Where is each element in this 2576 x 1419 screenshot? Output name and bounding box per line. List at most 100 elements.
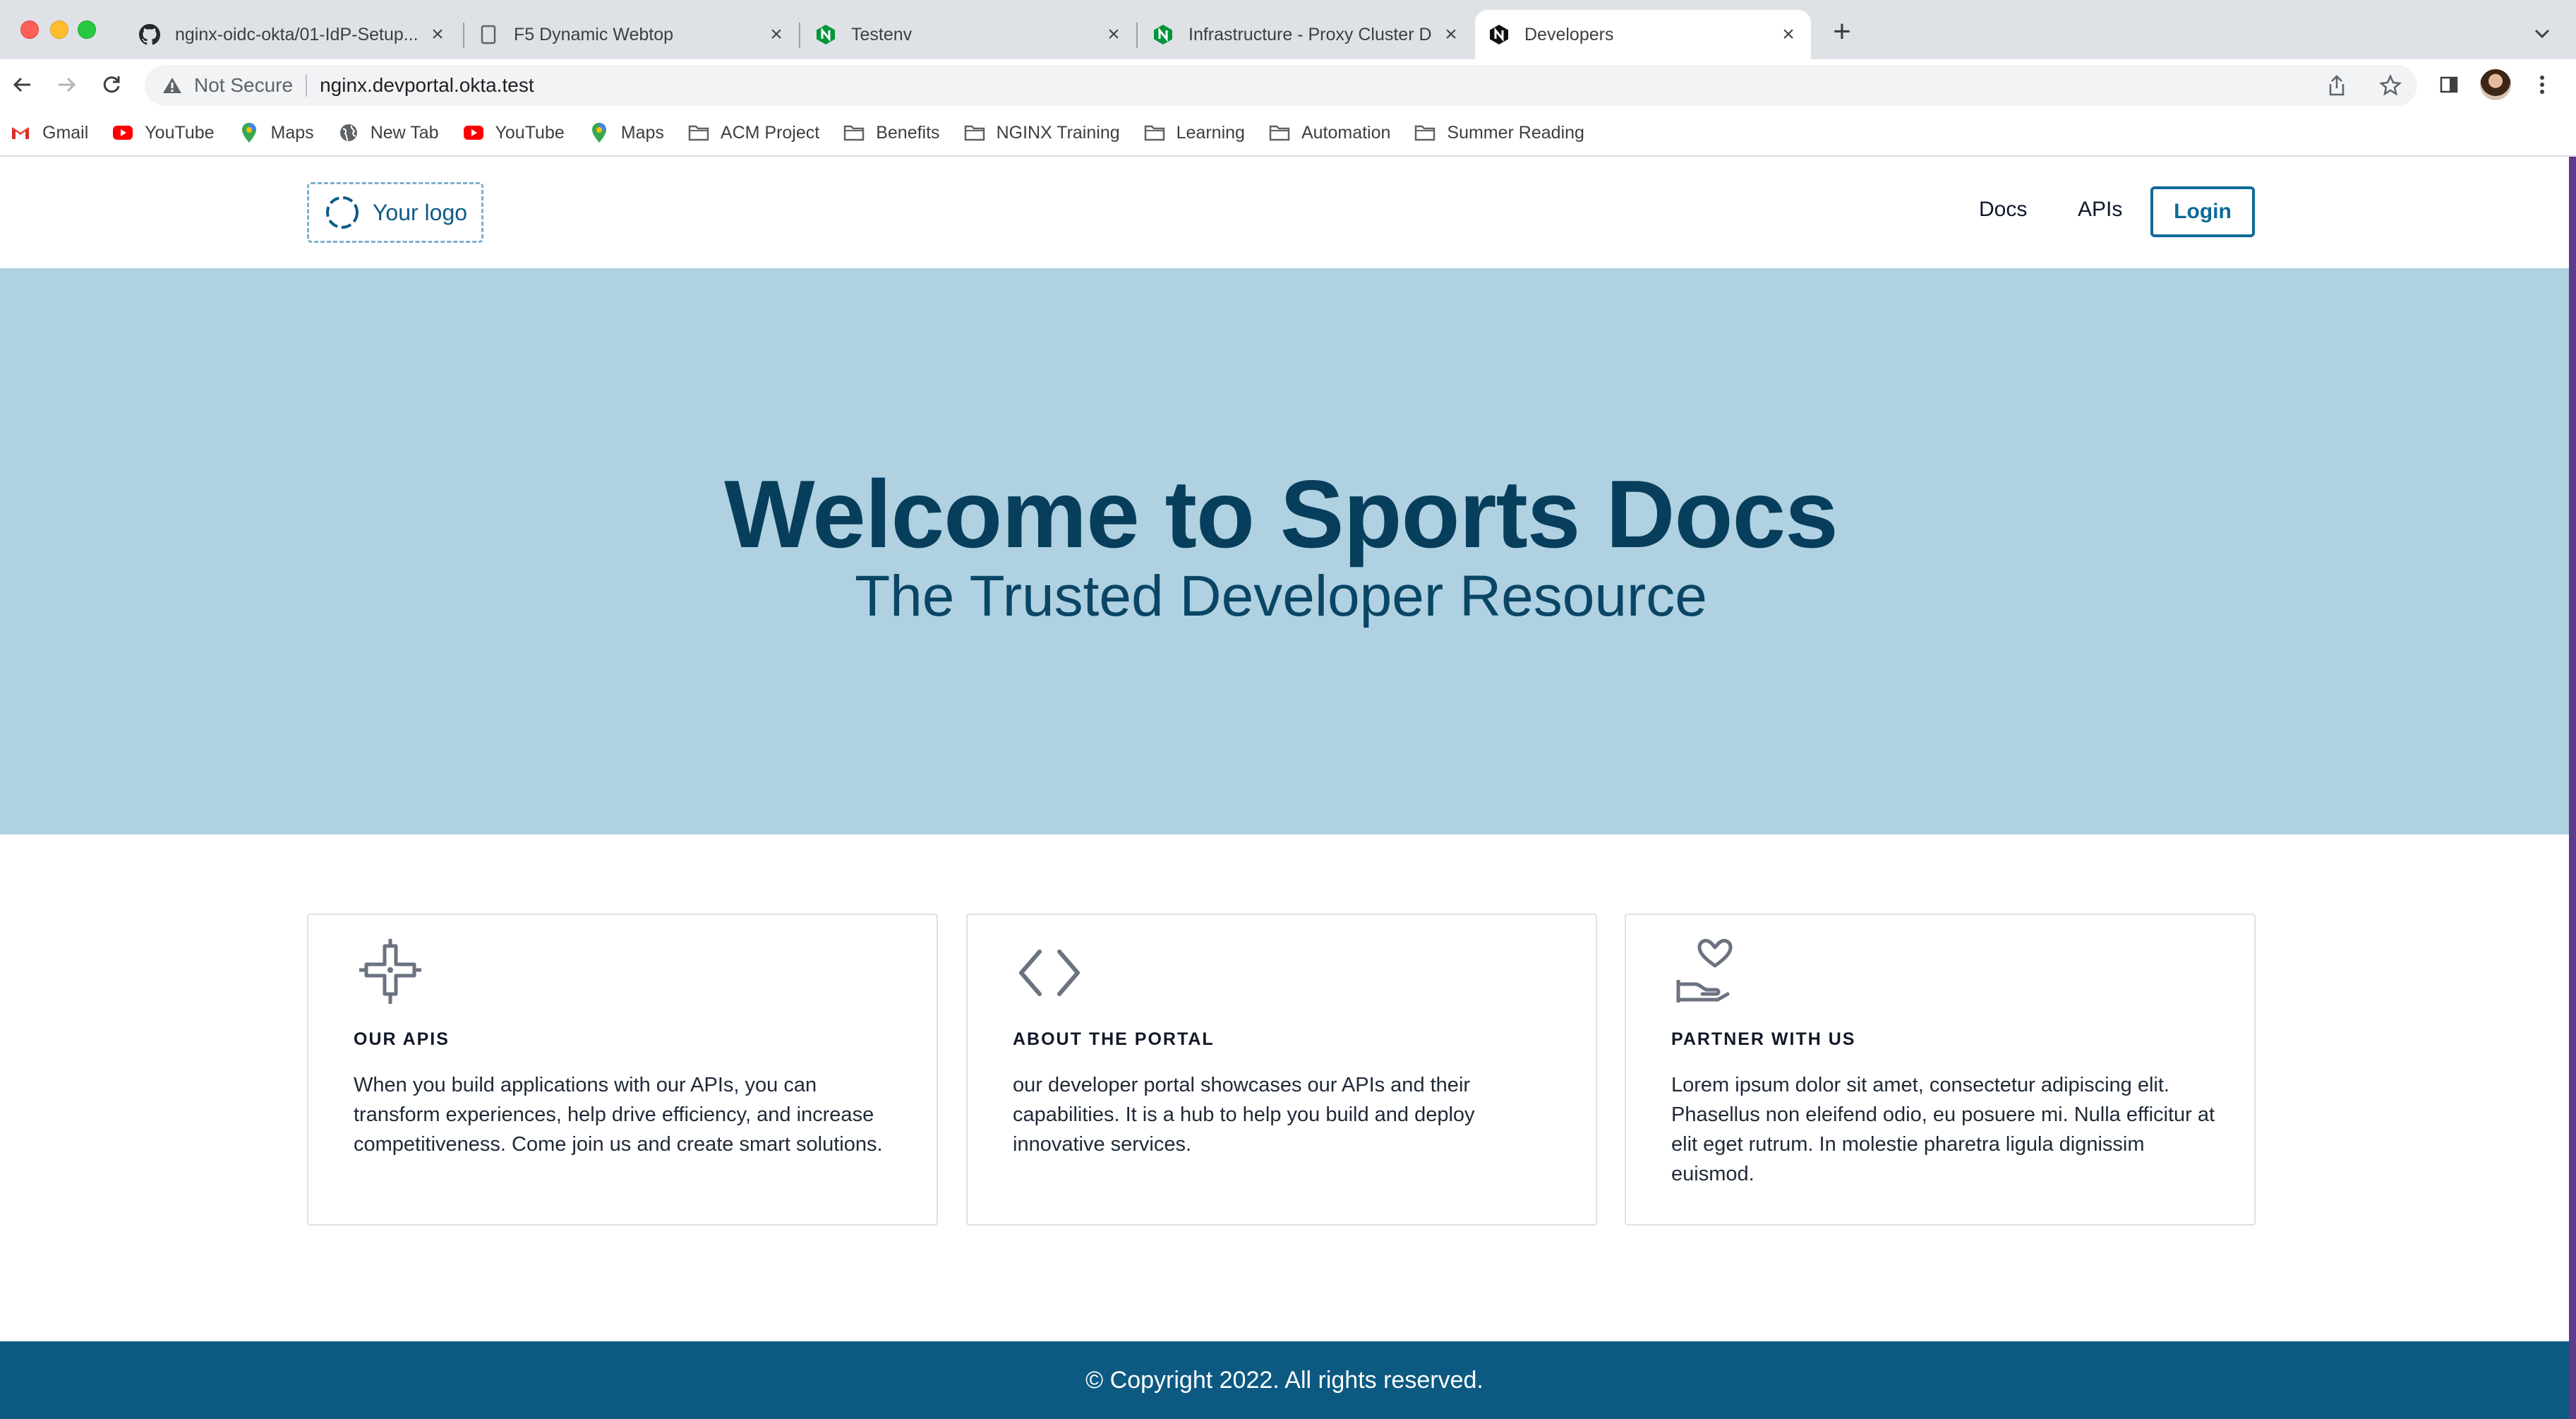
tab-separator (1136, 23, 1138, 48)
card-title: OUR APIS (354, 1029, 450, 1049)
tab-title: Developers (1524, 24, 1614, 44)
tab-title: F5 Dynamic Webtop (514, 24, 674, 44)
bookmark-star-icon[interactable] (2378, 73, 2403, 98)
site-footer: © Copyright 2022. All rights reserved. (0, 1341, 2569, 1419)
bookmark-label: New Tab (370, 122, 439, 143)
tab-infrastructure[interactable]: Infrastructure - Proxy Cluster D × (1152, 10, 1462, 59)
bookmark-folder-nginx-training[interactable]: NGINX Training (964, 122, 1120, 143)
card-about-portal: ABOUT THE PORTAL our developer portal sh… (966, 914, 1597, 1226)
folder-icon (688, 122, 709, 143)
bookmark-youtube[interactable]: YouTube (112, 122, 215, 143)
github-icon (138, 23, 161, 46)
kebab-menu-icon[interactable] (2527, 69, 2558, 100)
copyright-text: © Copyright 2022. All rights reserved. (1085, 1366, 1483, 1394)
bookmark-label: Automation (1301, 122, 1391, 143)
tab-developers[interactable]: Developers × (1475, 10, 1811, 59)
hero-banner: Welcome to Sports Docs The Trusted Devel… (0, 268, 2569, 834)
bookmark-label: Benefits (876, 122, 940, 143)
chevron-down-icon[interactable] (2529, 21, 2555, 47)
tab-title: Infrastructure - Proxy Cluster D (1188, 24, 1432, 44)
profile-avatar[interactable] (2480, 69, 2511, 100)
tab-github[interactable]: nginx-oidc-okta/01-IdP-Setup... × (138, 10, 449, 59)
tab-strip: nginx-oidc-okta/01-IdP-Setup... × F5 Dyn… (0, 0, 2576, 59)
tab-separator (799, 23, 800, 48)
login-button[interactable]: Login (2150, 186, 2255, 237)
bookmark-label: ACM Project (720, 122, 820, 143)
close-window-button[interactable] (20, 20, 39, 39)
card-title: PARTNER WITH US (1671, 1029, 1856, 1049)
card-body: our developer portal showcases our APIs … (1013, 1074, 1475, 1156)
nginx-icon (1152, 23, 1174, 46)
bookmark-label: Gmail (42, 122, 89, 143)
tab-f5-webtop[interactable]: F5 Dynamic Webtop × (477, 10, 788, 59)
youtube-icon (463, 122, 484, 143)
code-brackets-icon (1019, 950, 1080, 996)
bookmark-new-tab[interactable]: New Tab (338, 122, 439, 143)
forward-arrow-icon[interactable] (51, 69, 82, 100)
card-body: Lorem ipsum dolor sit amet, consectetur … (1671, 1074, 2215, 1185)
bookmark-label: Maps (620, 122, 664, 143)
card-title: ABOUT THE PORTAL (1013, 1029, 1215, 1049)
bookmark-label: YouTube (145, 122, 215, 143)
nav-docs-link[interactable]: Docs (1979, 198, 2027, 222)
bookmark-label: Learning (1176, 122, 1245, 143)
site-logo[interactable]: Your logo (307, 182, 483, 243)
bookmark-label: NGINX Training (996, 122, 1120, 143)
tab-close-icon[interactable]: × (426, 23, 449, 46)
globe-icon (338, 122, 359, 143)
folder-icon (1269, 122, 1290, 143)
tab-close-icon[interactable]: × (765, 23, 788, 46)
maps-icon (589, 122, 610, 143)
hero-title: Welcome to Sports Docs (724, 460, 1838, 568)
bookmark-folder-summer-reading[interactable]: Summer Reading (1414, 122, 1584, 143)
page-viewport: Your logo Docs APIs Login Welcome to Spo… (0, 157, 2569, 1419)
folder-icon (843, 122, 865, 143)
gmail-icon (10, 122, 31, 143)
tab-close-icon[interactable]: × (1777, 23, 1800, 46)
hand-heart-icon (1676, 938, 1733, 1002)
minimize-window-button[interactable] (50, 20, 68, 39)
logo-circle-icon (326, 196, 359, 229)
window-edge (2569, 157, 2576, 1419)
puzzle-cross-icon (359, 939, 421, 1004)
bookmark-maps[interactable]: Maps (239, 122, 314, 143)
logo-text: Your logo (373, 199, 468, 225)
nginx-dark-icon (1488, 23, 1510, 46)
folder-icon (1414, 122, 1436, 143)
tab-close-icon[interactable]: × (1102, 23, 1125, 46)
tab-separator (463, 23, 464, 48)
url-text[interactable]: nginx.devportal.okta.test (320, 74, 534, 97)
tab-close-icon[interactable]: × (1440, 23, 1462, 46)
bookmark-maps[interactable]: Maps (589, 122, 664, 143)
card-body: When you build applications with our API… (354, 1074, 883, 1156)
site-header: Your logo Docs APIs Login (0, 157, 2569, 268)
youtube-icon (112, 122, 133, 143)
divider (306, 74, 308, 97)
address-bar[interactable]: Not Secure nginx.devportal.okta.test (145, 65, 2417, 106)
new-tab-button[interactable]: + (1828, 16, 1856, 47)
folder-icon (1144, 122, 1165, 143)
bookmark-folder-automation[interactable]: Automation (1269, 122, 1390, 143)
tab-title: nginx-oidc-okta/01-IdP-Setup... (175, 24, 419, 44)
browser-toolbar: Not Secure nginx.devportal.okta.test (0, 59, 2576, 110)
share-icon[interactable] (2324, 73, 2349, 98)
side-panel-icon[interactable] (2433, 69, 2464, 100)
nav-apis-link[interactable]: APIs (2078, 198, 2122, 222)
hero-subtitle: The Trusted Developer Resource (855, 564, 1707, 628)
back-arrow-icon[interactable] (7, 69, 38, 100)
bookmarks-bar: Gmail YouTube Maps New Tab YouTube Maps (0, 110, 2576, 157)
bookmark-folder-benefits[interactable]: Benefits (843, 122, 940, 143)
warning-triangle-icon[interactable] (162, 75, 183, 96)
bookmark-folder-learning[interactable]: Learning (1144, 122, 1245, 143)
folder-icon (964, 122, 985, 143)
bookmark-folder-acm-project[interactable]: ACM Project (688, 122, 819, 143)
bookmark-label: YouTube (495, 122, 565, 143)
tab-title: Testenv (851, 24, 913, 44)
nginx-icon (814, 23, 837, 46)
bookmark-youtube[interactable]: YouTube (463, 122, 565, 143)
maximize-window-button[interactable] (78, 20, 96, 39)
reload-icon[interactable] (96, 69, 127, 100)
bookmark-gmail[interactable]: Gmail (10, 122, 88, 143)
tab-testenv[interactable]: Testenv × (814, 10, 1125, 59)
card-our-apis: OUR APIS When you build applications wit… (307, 914, 938, 1226)
